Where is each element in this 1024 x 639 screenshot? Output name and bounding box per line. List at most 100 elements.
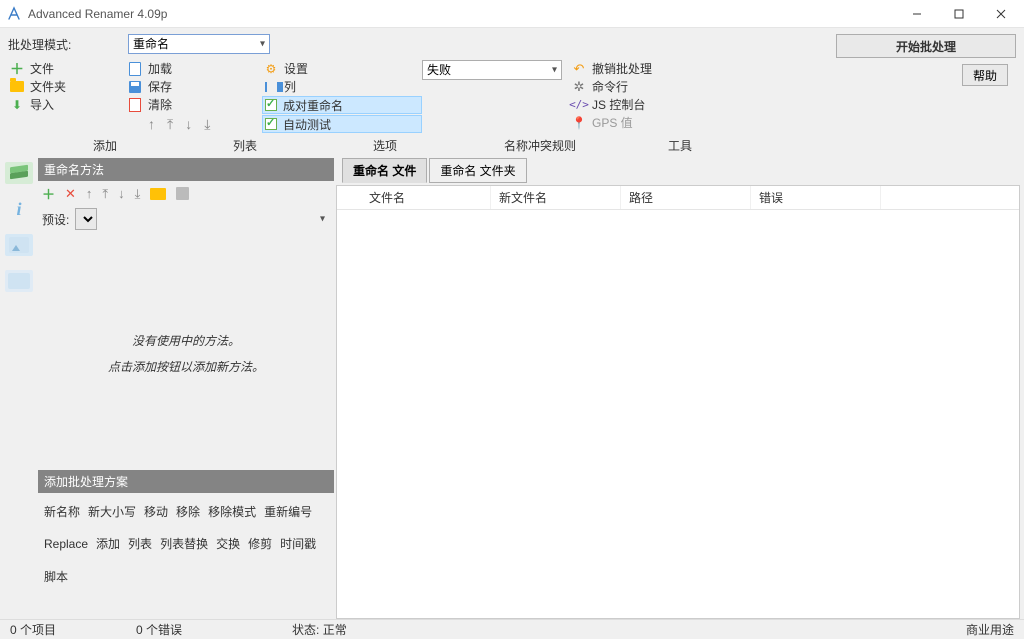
toolbar-main: ＋文件 文件夹 ⬇导入 加载 保存 清除 ↑ ⤒ ↓ ⤓ ⚙设置 列 成对重命名 自动…: [0, 60, 1024, 135]
gps-item[interactable]: 📍GPS 值: [570, 114, 718, 131]
arrow-down-icon: ↓: [185, 116, 192, 133]
menu-options[interactable]: 选项: [320, 137, 450, 154]
schemes-header: 添加批处理方案: [38, 470, 334, 493]
title-bar: Advanced Renamer 4.09p: [0, 0, 1024, 28]
arrow-up-top-icon: ⤒: [167, 116, 173, 133]
remove-method-icon[interactable]: ✕: [65, 186, 76, 202]
methods-toolbar: ＋ ✕ ↑ ⤒ ↓ ⤓: [38, 181, 334, 206]
load-item[interactable]: 加载: [126, 60, 262, 77]
batch-mode-label: 批处理模式:: [8, 34, 118, 53]
plus-icon: ＋: [10, 62, 24, 76]
method-link[interactable]: 移动: [144, 501, 168, 524]
left-panel: 重命名方法 ＋ ✕ ↑ ⤒ ↓ ⤓ 预设: 没有使用中的方法。 点击添加按钮以添…: [38, 158, 334, 619]
columns-item[interactable]: 列: [262, 78, 422, 95]
status-license[interactable]: 商业用途: [966, 621, 1014, 638]
method-links: 新名称 新大小写 移动 移除 移除模式 重新编号 Replace 添加 列表 列…: [38, 499, 334, 591]
status-bar: 0 个项目 0 个错误 状态: 正常 商业用途: [0, 619, 1024, 639]
folder-panel-icon[interactable]: [5, 270, 33, 292]
undo-batch-item[interactable]: ↶撤销批处理: [570, 60, 718, 77]
file-tabs: 重命名 文件 重命名 文件夹: [336, 158, 1020, 183]
file-grid[interactable]: 文件名 新文件名 路径 错误: [336, 185, 1020, 619]
close-button[interactable]: [980, 1, 1022, 27]
arrow-down-bottom-icon: ⤓: [204, 116, 210, 133]
right-panel: 重命名 文件 重命名 文件夹 文件名 新文件名 路径 错误: [334, 158, 1024, 619]
arrow-up-icon: ↑: [148, 116, 155, 133]
gear-icon: ✲: [572, 80, 586, 94]
info-panel-icon[interactable]: i: [5, 198, 33, 220]
app-icon: [6, 6, 22, 22]
toolbar-top: 批处理模式: 重命名 开始批处理: [0, 28, 1024, 60]
menu-tools[interactable]: 工具: [630, 137, 730, 154]
method-link[interactable]: 重新编号: [264, 501, 312, 524]
document-icon: [128, 62, 142, 76]
import-item[interactable]: ⬇导入: [8, 96, 126, 113]
pair-rename-item[interactable]: 成对重命名: [262, 96, 422, 114]
method-link[interactable]: 新大小写: [88, 501, 136, 524]
method-link[interactable]: 脚本: [44, 566, 68, 589]
folder-icon: [10, 80, 24, 94]
method-link[interactable]: 新名称: [44, 501, 80, 524]
clear-item[interactable]: 清除: [126, 96, 262, 113]
method-link[interactable]: 时间戳: [280, 533, 316, 556]
floppy-icon: [128, 80, 142, 94]
import-icon: ⬇: [10, 98, 24, 112]
sort-arrows[interactable]: ↑ ⤒ ↓ ⤓: [126, 114, 262, 133]
preset-row: 预设:: [38, 206, 334, 238]
col-error[interactable]: 错误: [751, 186, 881, 209]
minimize-button[interactable]: [896, 1, 938, 27]
tab-rename-folders[interactable]: 重命名 文件夹: [429, 158, 526, 183]
js-console-item[interactable]: </>JS 控制台: [570, 96, 718, 113]
method-down-bottom-icon[interactable]: ⤓: [135, 186, 141, 202]
save-item[interactable]: 保存: [126, 78, 262, 95]
add-method-icon[interactable]: ＋: [42, 184, 55, 203]
checkbox-on-icon: [265, 99, 277, 111]
help-button[interactable]: 帮助: [962, 64, 1008, 86]
methods-header: 重命名方法: [38, 158, 334, 181]
batch-mode-select[interactable]: 重命名: [128, 34, 270, 54]
col-newname[interactable]: 新文件名: [491, 186, 621, 209]
add-folders-item[interactable]: 文件夹: [8, 78, 126, 95]
maximize-button[interactable]: [938, 1, 980, 27]
menu-conflict[interactable]: 名称冲突规则: [450, 137, 630, 154]
method-up-top-icon[interactable]: ⤒: [102, 186, 108, 202]
workspace: i 重命名方法 ＋ ✕ ↑ ⤒ ↓ ⤓ 预设: 没有使用中的方法。 点击添加按钮…: [0, 158, 1024, 619]
method-link[interactable]: 移除模式: [208, 501, 256, 524]
method-link[interactable]: 修剪: [248, 533, 272, 556]
method-link[interactable]: 列表: [128, 533, 152, 556]
checkbox-on-icon: [265, 118, 277, 130]
pin-icon: 📍: [572, 116, 586, 130]
settings-item[interactable]: ⚙设置: [262, 60, 422, 77]
start-batch-button[interactable]: 开始批处理: [836, 34, 1016, 58]
fail-mode-select[interactable]: 失败: [422, 60, 562, 80]
secondary-menubar: 添加 列表 选项 名称冲突规则 工具: [0, 135, 1024, 158]
status-item-count: 0 个项目: [10, 621, 56, 638]
side-icon-bar: i: [0, 158, 38, 619]
col-filename[interactable]: 文件名: [361, 186, 491, 209]
preset-label: 预设:: [42, 211, 69, 228]
grid-header: 文件名 新文件名 路径 错误: [337, 186, 1019, 210]
status-error-count: 0 个错误: [136, 621, 182, 638]
tab-rename-files[interactable]: 重命名 文件: [342, 158, 427, 183]
code-icon: </>: [572, 98, 586, 112]
cmdline-item[interactable]: ✲命令行: [570, 78, 718, 95]
save-preset-icon[interactable]: [176, 187, 189, 200]
preset-select[interactable]: [75, 208, 97, 230]
no-methods-message: 没有使用中的方法。 点击添加按钮以添加新方法。: [38, 328, 334, 381]
method-link[interactable]: 交换: [216, 533, 240, 556]
method-link[interactable]: 列表替换: [160, 533, 208, 556]
method-link[interactable]: Replace: [44, 533, 88, 556]
method-link[interactable]: 移除: [176, 501, 200, 524]
columns-icon: [264, 80, 278, 94]
layers-panel-icon[interactable]: [5, 162, 33, 184]
settings-icon: ⚙: [264, 62, 278, 76]
method-down-icon[interactable]: ↓: [118, 186, 125, 201]
col-path[interactable]: 路径: [621, 186, 751, 209]
image-panel-icon[interactable]: [5, 234, 33, 256]
method-up-icon[interactable]: ↑: [86, 186, 93, 201]
menu-list[interactable]: 列表: [170, 137, 320, 154]
open-folder-icon[interactable]: [150, 188, 166, 200]
method-link[interactable]: 添加: [96, 533, 120, 556]
auto-test-item[interactable]: 自动测试: [262, 115, 422, 133]
menu-add[interactable]: 添加: [40, 137, 170, 154]
add-files-item[interactable]: ＋文件: [8, 60, 126, 77]
